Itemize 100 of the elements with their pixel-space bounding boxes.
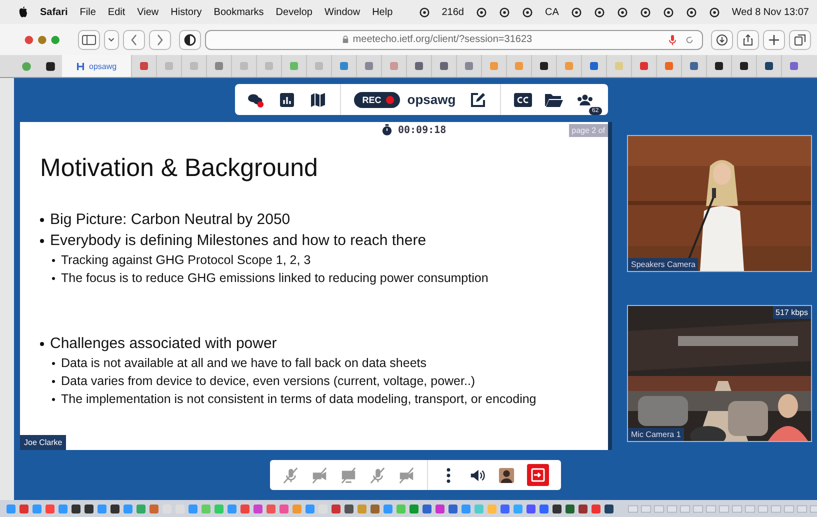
tab-overview-button[interactable] (789, 30, 811, 50)
favicon-icon (464, 61, 474, 71)
status-item[interactable]: 216d (442, 6, 464, 18)
bullet-icon (52, 398, 55, 400)
favicon-icon (514, 61, 524, 71)
favicon-icon (488, 61, 499, 71)
favicon-icon (388, 61, 399, 71)
share-button[interactable] (737, 30, 759, 50)
menu-item[interactable]: View (137, 6, 159, 18)
favicon-icon (364, 61, 374, 71)
plus-icon (768, 34, 780, 46)
menu-item[interactable]: Help (372, 6, 393, 18)
bullet-icon (40, 342, 44, 346)
back-icon (130, 34, 138, 46)
share-icon (742, 34, 754, 46)
menu-item[interactable]: History (170, 6, 202, 18)
microphone-icon[interactable] (668, 34, 677, 46)
favicon-icon (314, 61, 324, 71)
menu-item[interactable]: Edit (108, 6, 126, 18)
edit-icon[interactable] (468, 92, 487, 108)
download-icon (716, 34, 728, 46)
menu-item[interactable]: Develop (276, 6, 312, 18)
privacy-button[interactable] (178, 30, 201, 50)
status-icon[interactable] (570, 6, 582, 18)
room-name: opsawg (407, 92, 456, 107)
download-button[interactable] (711, 30, 733, 50)
captions-icon[interactable] (514, 92, 532, 108)
favicon-icon (214, 61, 224, 71)
participants-icon[interactable] (576, 92, 594, 108)
favicon-icon (788, 61, 799, 71)
leave-button[interactable] (527, 464, 549, 486)
forward-icon (156, 34, 164, 46)
recording-badge: REC (354, 92, 400, 108)
bullet-text: The implementation is not consistent in terms of data modeling, transport, or encoding (61, 391, 536, 408)
menu-item[interactable]: File (80, 6, 96, 18)
favicon-icon (688, 61, 699, 71)
status-item[interactable]: CA (545, 6, 559, 18)
favicon-icon (614, 61, 624, 71)
avatar-icon[interactable] (498, 466, 515, 484)
favicon-icon (20, 60, 32, 72)
back-button[interactable] (122, 30, 145, 50)
status-icon[interactable] (476, 6, 487, 18)
status-icon[interactable] (708, 6, 720, 18)
bullet-text: Challenges associated with power (50, 334, 277, 354)
favicon-icon (138, 61, 149, 71)
camera-label: Speakers Camera (628, 258, 698, 271)
status-icon[interactable] (686, 6, 697, 18)
forward-button[interactable] (148, 30, 171, 50)
favicon-icon (288, 61, 299, 71)
favicon-icon (764, 61, 774, 71)
bullet-text: Tracking against GHG Protocol Scope 1, 2, 3 (61, 252, 311, 269)
camera-label: Mic Camera 1 (628, 428, 684, 441)
status-icon[interactable] (522, 6, 533, 18)
favicon-icon (438, 61, 449, 71)
bullet-icon (52, 380, 55, 382)
favicon-icon (238, 61, 249, 71)
bullet-icon (52, 276, 55, 280)
poll-icon[interactable] (278, 92, 296, 108)
address-bar[interactable]: meetecho.ietf.org/client/?session=31623 (204, 30, 703, 50)
status-icon[interactable] (418, 6, 430, 18)
sidebar-button[interactable] (78, 30, 100, 50)
menu-item[interactable]: Bookmarks (214, 6, 264, 18)
folder-icon[interactable] (544, 92, 563, 108)
menubar-clock[interactable]: Wed 8 Nov 13:07 (732, 6, 809, 18)
favicon-icon (188, 61, 199, 71)
chat-icon[interactable] (247, 92, 266, 108)
new-tab-button[interactable] (763, 30, 785, 50)
bullet-icon (52, 258, 55, 262)
favicon-icon (588, 61, 599, 71)
chevron-button[interactable] (104, 30, 119, 50)
tabs-icon (794, 34, 806, 46)
menu-item[interactable]: Window (324, 6, 360, 18)
map-icon[interactable] (309, 92, 328, 108)
bitrate-label: 517 kbps (772, 306, 811, 319)
favicon-icon (738, 61, 749, 71)
favicon-icon (44, 60, 56, 72)
favicon-icon (664, 61, 674, 71)
favicon-icon (564, 61, 574, 71)
window-controls[interactable] (24, 34, 60, 46)
status-icon[interactable] (640, 6, 651, 18)
bullet-text: Data varies from device to device, even versions (current, voltage, power..) (61, 373, 476, 390)
app-menu[interactable]: Safari (40, 6, 68, 18)
browser-tab[interactable]: opsawg (62, 55, 131, 77)
status-icon[interactable] (616, 6, 628, 18)
favicon-icon (338, 61, 349, 71)
favicon-icon (76, 62, 85, 70)
status-icon[interactable] (662, 6, 674, 18)
sidebar-icon (82, 34, 96, 44)
apple-icon[interactable] (18, 6, 28, 18)
slide-title: Motivation & Background (40, 154, 319, 183)
lock-icon (342, 35, 349, 44)
favicon-icon (538, 61, 549, 71)
url-text: meetecho.ietf.org/client/?session=31623 (352, 34, 532, 45)
favicon-icon (414, 61, 424, 71)
status-icon[interactable] (594, 6, 605, 18)
favicon-icon (264, 61, 274, 71)
favicon-icon (714, 61, 724, 71)
bullet-icon (52, 362, 55, 364)
status-icon[interactable] (499, 6, 510, 18)
favicon-icon (638, 61, 649, 71)
